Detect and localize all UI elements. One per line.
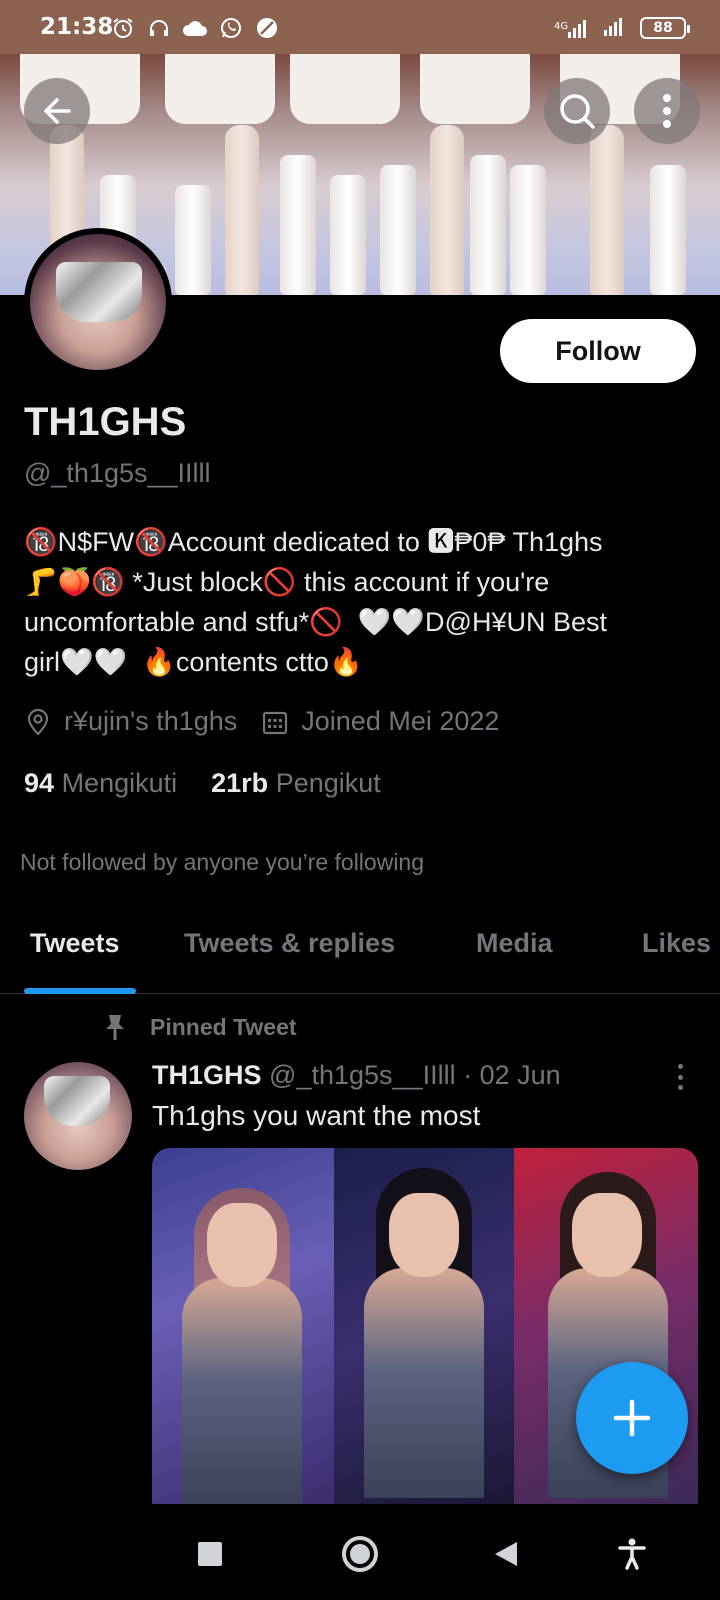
banner-photo-detail xyxy=(290,54,400,124)
no-disturb-icon xyxy=(254,15,280,41)
pinned-label-row: Pinned Tweet xyxy=(100,1012,297,1042)
signal-icon: 4G xyxy=(554,16,590,40)
media-photo-detail xyxy=(207,1203,277,1287)
back-button[interactable] xyxy=(24,78,90,144)
avatar-image xyxy=(30,234,166,370)
followers-label: Pengikut xyxy=(275,768,381,798)
media-image-1 xyxy=(152,1148,334,1504)
banner-photo-detail xyxy=(330,175,366,295)
tweet-more-button[interactable] xyxy=(670,1060,690,1094)
media-image-2 xyxy=(334,1148,514,1504)
active-tab-indicator xyxy=(24,988,136,994)
tab-likes[interactable]: Likes xyxy=(642,928,711,959)
tweet-date: 02 Jun xyxy=(479,1060,561,1090)
location-icon xyxy=(24,708,52,736)
whatsapp-icon xyxy=(218,15,244,41)
tab-tweets[interactable]: Tweets xyxy=(30,928,120,959)
tweet-author-handle: @_th1g5s__IIlll xyxy=(269,1060,456,1090)
recents-square-icon xyxy=(198,1542,222,1566)
banner-photo-detail xyxy=(380,165,416,295)
avatar-photo-detail xyxy=(44,1076,110,1126)
pin-icon xyxy=(106,1015,124,1040)
back-arrow-icon xyxy=(44,98,71,124)
banner-photo-detail xyxy=(165,54,275,124)
banner-photo-detail xyxy=(470,155,506,295)
home-circle-icon xyxy=(342,1536,378,1572)
profile-location: r¥ujin's th1ghs xyxy=(64,706,238,736)
profile-display-name: TH1GHS xyxy=(24,400,187,444)
pinned-tweet-label: Pinned Tweet xyxy=(150,1013,297,1040)
more-dot xyxy=(677,1064,683,1069)
banner-photo-detail xyxy=(650,165,686,295)
media-photo-detail xyxy=(389,1193,459,1277)
status-icons xyxy=(110,15,280,41)
status-bar: 21:38 4G 88 xyxy=(0,0,720,54)
more-options-button[interactable] xyxy=(634,78,700,144)
not-followed-note: Not followed by anyone you’re following xyxy=(20,849,425,875)
cloud-icon xyxy=(182,15,208,41)
banner-photo-detail xyxy=(420,54,530,124)
system-back-button[interactable] xyxy=(484,1532,528,1576)
battery-icon: 88 xyxy=(640,17,690,39)
alarm-icon xyxy=(110,15,136,41)
more-vertical-icon xyxy=(663,94,671,128)
tweet-header: TH1GHS @_th1g5s__IIlll · 02 Jun xyxy=(152,1060,561,1091)
headphones-icon xyxy=(146,15,172,41)
follow-counts: 94 Mengikuti 21rb Pengikut xyxy=(24,768,381,799)
banner-photo-detail xyxy=(280,155,316,295)
tweet-author-avatar[interactable] xyxy=(24,1062,132,1170)
tweet-separator: · xyxy=(463,1060,473,1090)
more-dot xyxy=(677,1085,683,1090)
profile-bio: 🔞N$FW🔞Account dedicated to 🅺₱0₱ Th1ghs 🦵… xyxy=(24,527,607,677)
banner-photo-detail xyxy=(590,125,624,295)
compose-tweet-button[interactable] xyxy=(576,1362,688,1474)
profile-handle: @_th1g5s__IIlll xyxy=(24,458,211,488)
profile-avatar[interactable] xyxy=(24,228,172,376)
tab-media[interactable]: Media xyxy=(476,928,553,959)
accessibility-icon xyxy=(618,1538,646,1570)
more-dot xyxy=(677,1074,683,1080)
media-photo-detail xyxy=(572,1193,642,1277)
back-triangle-icon xyxy=(495,1542,517,1566)
following-link[interactable]: 94 Mengikuti xyxy=(24,768,177,799)
profile-tabs: Tweets Tweets & replies Media Likes xyxy=(0,900,720,994)
following-count: 94 xyxy=(24,768,55,798)
tweet-author-name[interactable]: TH1GHS xyxy=(152,1060,262,1090)
tweet-text: Th1ghs you want the most xyxy=(152,1100,481,1131)
search-button[interactable] xyxy=(544,78,610,144)
accessibility-button[interactable] xyxy=(610,1532,654,1576)
follow-button[interactable]: Follow xyxy=(500,319,696,383)
followers-link[interactable]: 21rb Pengikut xyxy=(211,768,381,799)
signal-icon xyxy=(600,14,630,42)
status-time: 21:38 xyxy=(40,14,114,40)
tab-tweets-replies[interactable]: Tweets & replies xyxy=(184,928,395,959)
following-label: Mengikuti xyxy=(61,768,178,798)
home-button[interactable] xyxy=(338,1532,382,1576)
media-photo-detail xyxy=(182,1278,302,1504)
recents-button[interactable] xyxy=(188,1532,232,1576)
system-nav-bar xyxy=(0,1504,720,1600)
banner-photo-detail xyxy=(430,125,464,295)
plus-icon xyxy=(613,1399,651,1437)
followers-count: 21rb xyxy=(211,768,269,798)
media-photo-detail xyxy=(364,1268,484,1498)
profile-joined-date: Joined Mei 2022 xyxy=(301,706,500,736)
profile-meta: r¥ujin's th1ghs Joined Mei 2022 xyxy=(24,706,499,737)
banner-photo-detail xyxy=(510,165,546,295)
network-type-label: 4G xyxy=(554,21,569,32)
banner-photo-detail xyxy=(225,125,259,295)
status-right-icons: 4G 88 xyxy=(554,14,690,42)
banner-photo-detail xyxy=(175,185,211,295)
search-icon xyxy=(560,94,595,129)
calendar-icon xyxy=(261,708,289,736)
avatar-photo-detail xyxy=(56,262,142,322)
